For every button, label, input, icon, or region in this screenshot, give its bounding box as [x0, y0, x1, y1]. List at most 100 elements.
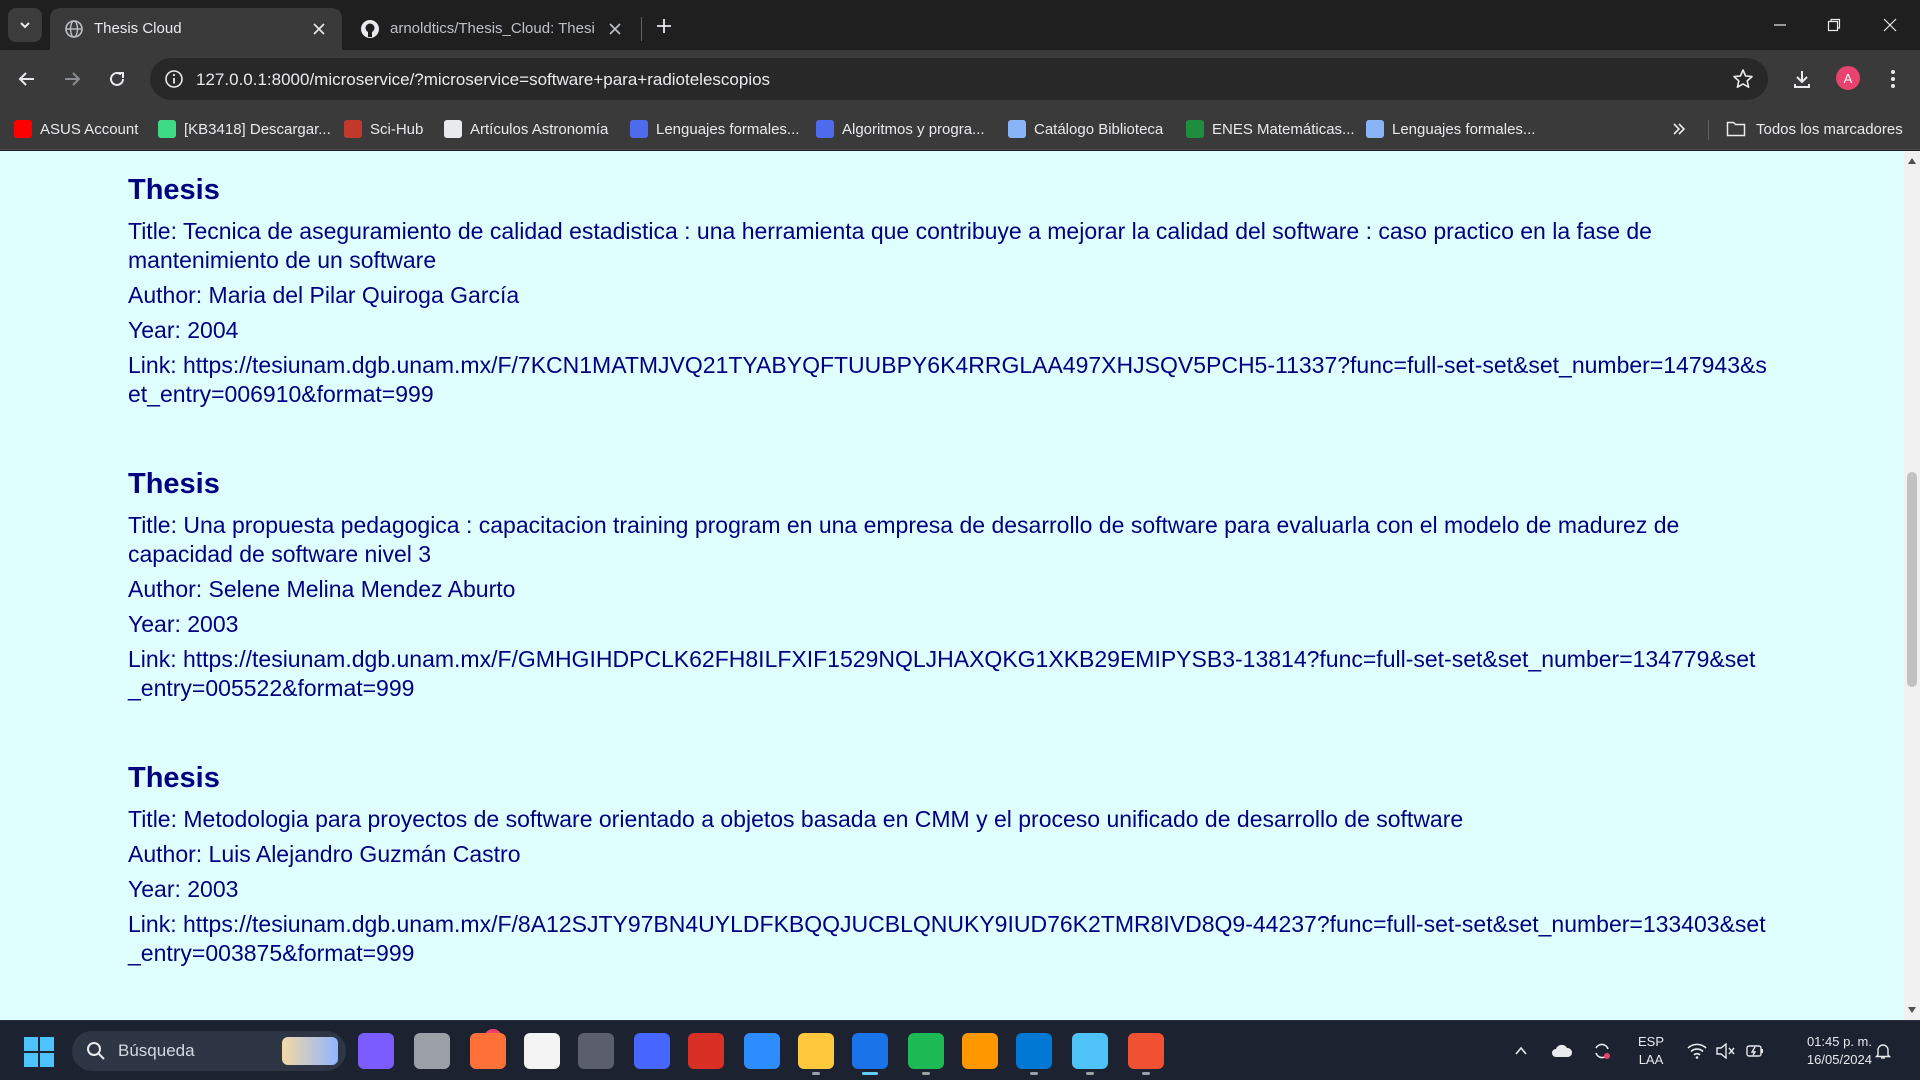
mathworks-icon[interactable] — [634, 1033, 670, 1069]
copilot-icon[interactable] — [358, 1033, 394, 1069]
thesis-year: Year: 2003 — [128, 611, 239, 637]
address-bar[interactable]: 127.0.0.1:8000/microservice/?microservic… — [150, 58, 1768, 100]
youtube-icon — [14, 120, 32, 138]
page-scrollbar[interactable] — [1904, 151, 1920, 1020]
running-indicator — [1030, 1072, 1038, 1075]
bookmark-label: ENES Matemáticas... — [1212, 120, 1355, 138]
bookmark-item[interactable]: Lenguajes formales... — [1366, 118, 1535, 140]
scroll-thumb[interactable] — [1907, 472, 1917, 687]
input-language[interactable]: ESP LAA — [1634, 1033, 1668, 1069]
star-icon[interactable] — [1732, 68, 1754, 90]
notifications-button[interactable] — [1870, 1039, 1896, 1063]
scroll-down-button[interactable] — [1904, 1002, 1920, 1018]
thesis-title: Title: Tecnica de aseguramiento de calid… — [128, 218, 1652, 273]
cloud-icon — [1552, 1044, 1573, 1057]
restore-button[interactable] — [1806, 0, 1862, 50]
new-tab-button[interactable] — [648, 10, 680, 42]
more-bookmarks-button[interactable] — [1668, 118, 1690, 140]
show-hidden-icons-button[interactable] — [1508, 1039, 1534, 1063]
page-viewport: Thesis Title: Tecnica de aseguramiento d… — [0, 151, 1904, 1020]
zoom-icon[interactable] — [744, 1033, 780, 1069]
scihub-icon — [344, 120, 362, 138]
bookmark-item[interactable]: Artículos Astronomía — [444, 118, 608, 140]
close-tab-button[interactable] — [604, 18, 626, 40]
wifi-icon — [1687, 1043, 1707, 1059]
leaf-icon — [1186, 120, 1204, 138]
all-bookmarks-label: Todos los marcadores — [1756, 120, 1903, 138]
double-chevron-right-icon — [1673, 123, 1686, 135]
thesis-link[interactable]: Link: https://tesiunam.dgb.unam.mx/F/8A1… — [128, 910, 1768, 968]
battery-tray-icon[interactable] — [1742, 1039, 1768, 1063]
reload-button[interactable] — [100, 62, 134, 96]
plus-icon — [657, 19, 671, 33]
url-text[interactable]: 127.0.0.1:8000/microservice/?microservic… — [196, 70, 770, 90]
tab-strip: Thesis Cloud arnoldtics/Thesis_Cloud: Th… — [0, 0, 1920, 50]
thesis-heading: Thesis — [128, 174, 220, 206]
tab-github-repo[interactable]: arnoldtics/Thesis_Cloud: Thesis — [346, 8, 638, 50]
bookmark-item[interactable]: ENES Matemáticas... — [1186, 118, 1355, 140]
taskbar-search[interactable]: Búsqueda — [72, 1031, 346, 1071]
windows-logo-icon — [40, 1053, 54, 1067]
bookmark-item[interactable]: [KB3418] Descargar... — [158, 118, 331, 140]
bookmark-item[interactable]: ASUS Account — [14, 118, 138, 140]
unity-icon[interactable] — [578, 1033, 614, 1069]
browser-menu-button[interactable] — [1878, 64, 1908, 94]
thesis-year: Year: 2004 — [128, 317, 239, 343]
notepad-icon[interactable] — [1072, 1033, 1108, 1069]
onedrive-tray-icon[interactable] — [1549, 1039, 1575, 1063]
chrome-icon[interactable] — [852, 1033, 888, 1069]
all-bookmarks-folder[interactable]: Todos los marcadores — [1726, 118, 1903, 140]
browser-toolbar: 127.0.0.1:8000/microservice/?microservic… — [0, 50, 1920, 108]
vscode-icon[interactable] — [1016, 1033, 1052, 1069]
book-icon — [444, 120, 462, 138]
bookmark-item[interactable]: Lenguajes formales... — [630, 118, 799, 140]
tab-search-button[interactable] — [8, 8, 42, 42]
volume-tray-icon[interactable] — [1713, 1039, 1739, 1063]
sublime-icon[interactable] — [962, 1033, 998, 1069]
firefox-icon[interactable] — [470, 1033, 506, 1069]
taskview-icon[interactable] — [414, 1033, 450, 1069]
profile-avatar[interactable]: A — [1836, 66, 1860, 90]
running-indicator — [1086, 1072, 1094, 1075]
thesis-heading: Thesis — [128, 468, 220, 500]
forward-button[interactable] — [55, 62, 89, 96]
keyboard-layout: LAA — [1638, 1052, 1664, 1067]
bookmark-label: Artículos Astronomía — [470, 120, 609, 138]
close-window-button[interactable] — [1862, 0, 1918, 50]
tab-title: arnoldtics/Thesis_Cloud: Thesis — [390, 20, 595, 37]
store-icon[interactable] — [524, 1033, 560, 1069]
thesis-link[interactable]: Link: https://tesiunam.dgb.unam.mx/F/7KC… — [128, 351, 1768, 409]
bookmark-item[interactable]: Sci-Hub — [344, 118, 423, 140]
spotify-icon[interactable] — [908, 1033, 944, 1069]
tab-thesis-cloud[interactable]: Thesis Cloud — [50, 8, 342, 50]
start-button[interactable] — [24, 1037, 54, 1067]
ccleaner-icon[interactable] — [688, 1033, 724, 1069]
bookmark-label: Lenguajes formales... — [1392, 120, 1536, 138]
git-icon[interactable] — [1128, 1033, 1164, 1069]
minimize-button[interactable] — [1752, 0, 1808, 50]
bookmark-label: ASUS Account — [40, 120, 139, 138]
wifi-tray-icon[interactable] — [1684, 1039, 1710, 1063]
kb-icon — [158, 120, 176, 138]
bookmark-label: Algoritmos y progra... — [842, 120, 985, 138]
running-indicator — [812, 1072, 820, 1075]
running-indicator — [1142, 1072, 1150, 1075]
scroll-up-button[interactable] — [1904, 153, 1920, 169]
file-explorer-icon[interactable] — [798, 1033, 834, 1069]
bookmark-item[interactable]: Catálogo Biblioteca — [1008, 118, 1163, 140]
close-tab-button[interactable] — [308, 18, 330, 40]
thesis-card: Thesis Title: Metodologia para proyectos… — [128, 761, 1768, 974]
windows-taskbar: Búsqueda 1 ESP LAA 01:45 p. m. 16/05/202… — [0, 1020, 1920, 1080]
sync-tray-icon[interactable] — [1589, 1039, 1615, 1063]
triangle-up-icon — [1908, 158, 1916, 164]
windows-logo-icon — [24, 1037, 38, 1051]
thesis-link[interactable]: Link: https://tesiunam.dgb.unam.mx/F/GMH… — [128, 645, 1768, 703]
thesis-heading: Thesis — [128, 762, 220, 794]
bookmark-label: Lenguajes formales... — [656, 120, 800, 138]
downloads-button[interactable] — [1787, 64, 1817, 94]
bookmarks-divider — [1708, 120, 1709, 140]
bookmark-item[interactable]: Algoritmos y progra... — [816, 118, 985, 140]
taskbar-clock[interactable]: 01:45 p. m. 16/05/2024 — [1776, 1033, 1872, 1069]
back-button[interactable] — [10, 62, 44, 96]
info-icon[interactable] — [164, 69, 184, 89]
